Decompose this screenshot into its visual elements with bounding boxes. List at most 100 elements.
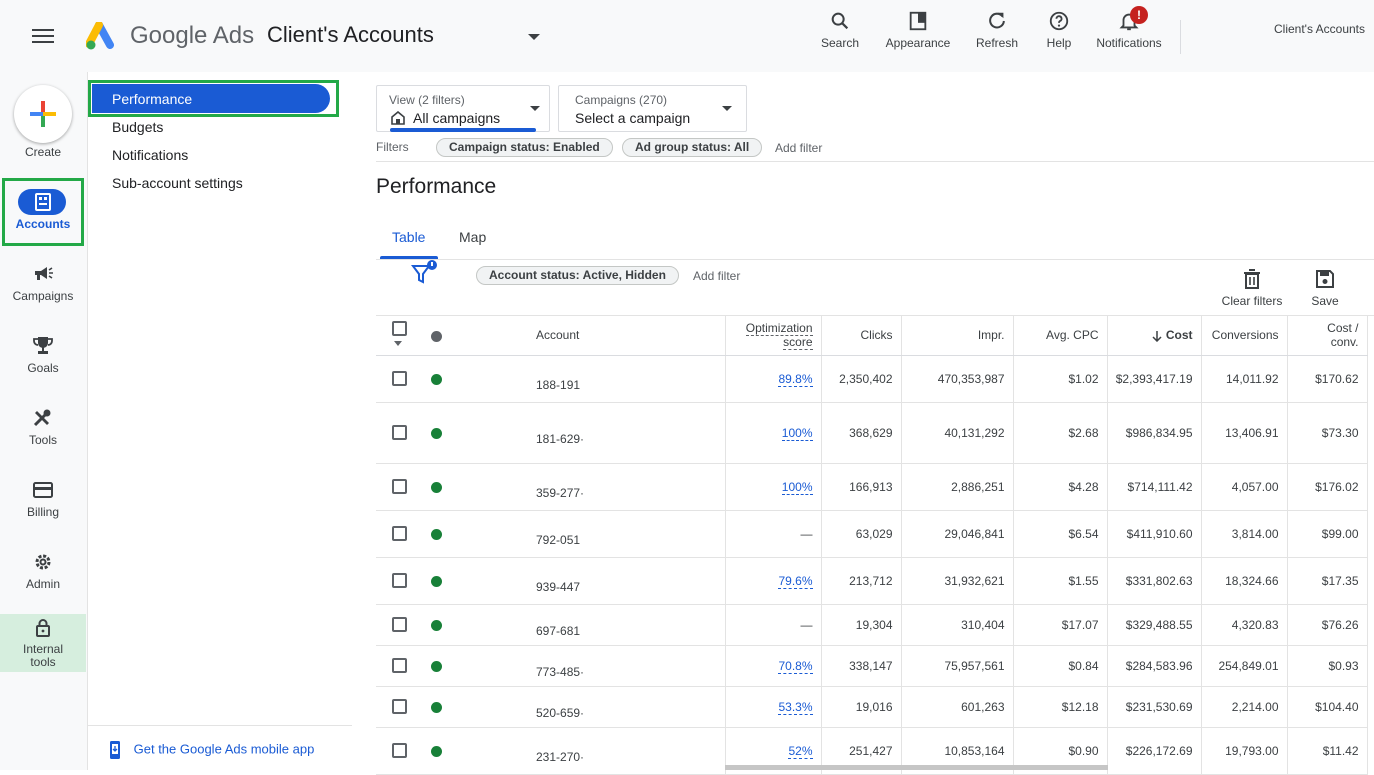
- table-row[interactable]: 792-051 — 63,029 29,046,841 $6.54 $411,910.60…: [376, 510, 1368, 558]
- account-cell: 520-659·: [456, 686, 726, 728]
- avg-cpc-header[interactable]: Avg. CPC: [1013, 316, 1108, 356]
- optimization-score-value[interactable]: 52%: [788, 743, 813, 759]
- current-account-name[interactable]: Client's Accounts: [1274, 22, 1365, 36]
- create-button[interactable]: [14, 85, 72, 143]
- avg-cpc-cell: $6.54: [1013, 510, 1108, 558]
- row-checkbox[interactable]: [392, 699, 407, 715]
- account-id-link[interactable]: 773-485·: [536, 653, 584, 679]
- table-row[interactable]: 181-629· 100% 368,629 40,131,292 $2.68 $986,8…: [376, 402, 1368, 464]
- conversions-cell: 2,214.00: [1201, 686, 1288, 728]
- optimization-score-value[interactable]: 100%: [781, 425, 813, 441]
- select-all-checkbox[interactable]: [392, 320, 407, 336]
- rail-item-goals[interactable]: Goals: [0, 335, 86, 375]
- cost-header[interactable]: Cost: [1107, 316, 1202, 356]
- optimization-score-value[interactable]: —: [801, 527, 813, 541]
- save-button[interactable]: Save: [1305, 268, 1345, 308]
- tab-table[interactable]: Table: [392, 229, 425, 245]
- table-add-filter-link[interactable]: Add filter: [693, 269, 740, 283]
- account-id-link[interactable]: 792-051: [536, 521, 580, 547]
- optimization-score-value[interactable]: 89.8%: [778, 371, 813, 387]
- tab-map[interactable]: Map: [459, 229, 486, 245]
- add-filter-link[interactable]: Add filter: [775, 141, 822, 155]
- account-id-link[interactable]: 939-447: [536, 568, 580, 594]
- row-checkbox[interactable]: [392, 573, 407, 589]
- rail-item-campaigns[interactable]: Campaigns: [0, 264, 86, 303]
- impr-header[interactable]: Impr.: [901, 316, 1014, 356]
- mobile-app-link[interactable]: Get the Google Ads mobile app: [108, 740, 314, 760]
- campaign-select-dropdown[interactable]: Campaigns (270) Select a campaign: [558, 85, 747, 132]
- row-checkbox[interactable]: [392, 658, 407, 674]
- search-tool[interactable]: Search: [818, 10, 862, 50]
- horizontal-scrollbar[interactable]: [725, 765, 1108, 770]
- row-checkbox[interactable]: [392, 617, 407, 633]
- conversions-cell: 4,320.83: [1201, 604, 1288, 646]
- rail-item-accounts[interactable]: Accounts: [0, 192, 86, 231]
- row-status-cell: [416, 604, 456, 646]
- subnav-item-budgets[interactable]: Budgets: [112, 119, 163, 135]
- table-row[interactable]: 697-681 — 19,304 310,404 $17.07 $329,488.55 4,…: [376, 604, 1368, 646]
- table-row[interactable]: 188-191 89.8% 2,350,402 470,353,987 $1.02 $2,…: [376, 355, 1368, 403]
- table-row[interactable]: 520-659· 53.3% 19,016 601,263 $12.18 $231,530…: [376, 686, 1368, 728]
- optimization-score-value[interactable]: 100%: [781, 479, 813, 495]
- optimization-score-value[interactable]: 70.8%: [778, 658, 813, 674]
- table-row[interactable]: 939-447 79.6% 213,712 31,932,621 $1.55 $331,8…: [376, 557, 1368, 605]
- menu-icon[interactable]: [30, 26, 56, 46]
- row-checkbox[interactable]: [392, 425, 407, 441]
- brand-name: Google Ads: [130, 22, 255, 49]
- subnav-item-performance[interactable]: Performance: [112, 91, 192, 107]
- account-header[interactable]: Account: [456, 316, 726, 356]
- row-select-cell: [376, 604, 416, 646]
- search-icon: [831, 12, 849, 30]
- refresh-tool[interactable]: Refresh: [972, 10, 1022, 50]
- create-label: Create: [24, 145, 62, 159]
- account-id-link[interactable]: 520-659·: [536, 694, 584, 720]
- account-id-link[interactable]: 697-681: [536, 612, 580, 638]
- filter-chip-campaign-status[interactable]: Campaign status: Enabled: [436, 138, 613, 157]
- subnav-item-notifications[interactable]: Notifications: [112, 147, 188, 163]
- chevron-down-icon: [530, 106, 540, 111]
- refresh-icon: [989, 12, 1005, 29]
- notifications-tool[interactable]: Notifications: [1090, 10, 1168, 50]
- row-select-cell: [376, 645, 416, 687]
- account-switcher-chevron-icon[interactable]: [528, 34, 540, 40]
- account-id-link[interactable]: 231-270·: [536, 738, 584, 764]
- cost-cell: $284,583.96: [1107, 645, 1202, 687]
- account-title[interactable]: Client's Accounts: [267, 22, 434, 48]
- row-checkbox[interactable]: [392, 526, 407, 542]
- row-checkbox[interactable]: [392, 479, 407, 495]
- filter-chip-ad-group-status[interactable]: Ad group status: All: [622, 138, 763, 157]
- conversions-header[interactable]: Conversions: [1201, 316, 1288, 356]
- optimization-score-value[interactable]: 79.6%: [778, 573, 813, 589]
- help-tool[interactable]: Help: [1040, 10, 1078, 50]
- optimization-score-value[interactable]: 53.3%: [778, 699, 813, 715]
- rail-item-tools[interactable]: Tools: [0, 408, 86, 447]
- account-id-link[interactable]: 359-277·: [536, 474, 584, 500]
- account-id-link[interactable]: 188-191: [536, 366, 580, 392]
- cost-per-conv-header[interactable]: Cost / conv.: [1287, 316, 1368, 356]
- impr-cell: 29,046,841: [901, 510, 1014, 558]
- row-checkbox[interactable]: [392, 371, 407, 387]
- campaign-select-value: Select a campaign: [575, 110, 691, 126]
- view-filter-dropdown[interactable]: View (2 filters) All campaigns: [376, 85, 550, 132]
- select-all-cell: [376, 316, 416, 356]
- filter-chip-account-status[interactable]: Account status: Active, Hidden: [476, 266, 679, 285]
- account-id-link[interactable]: 181-629·: [536, 420, 584, 446]
- filter-icon[interactable]: [410, 260, 440, 288]
- rail-item-admin[interactable]: Admin: [0, 552, 86, 591]
- clear-filters-button[interactable]: Clear filters: [1216, 268, 1288, 308]
- help-label: Help: [1046, 36, 1072, 50]
- optimization-score-value[interactable]: —: [801, 618, 813, 632]
- clicks-cell: 166,913: [821, 463, 902, 511]
- gear-icon: [35, 554, 51, 570]
- optimization-score-header[interactable]: Optimization score: [725, 316, 822, 356]
- rail-item-billing[interactable]: Billing: [0, 480, 86, 519]
- subnav-item-sub-account-settings[interactable]: Sub-account settings: [112, 175, 243, 191]
- clicks-header[interactable]: Clicks: [821, 316, 902, 356]
- chevron-down-icon[interactable]: [394, 341, 402, 347]
- status-header-dot[interactable]: [430, 330, 442, 342]
- row-checkbox[interactable]: [392, 743, 407, 759]
- appearance-tool[interactable]: Appearance: [882, 10, 954, 50]
- rail-item-internal-tools[interactable]: Internal tools: [0, 618, 86, 669]
- table-row[interactable]: 359-277· 100% 166,913 2,886,251 $4.28 $714,11…: [376, 463, 1368, 511]
- table-row[interactable]: 773-485· 70.8% 338,147 75,957,561 $0.84 $284,…: [376, 645, 1368, 687]
